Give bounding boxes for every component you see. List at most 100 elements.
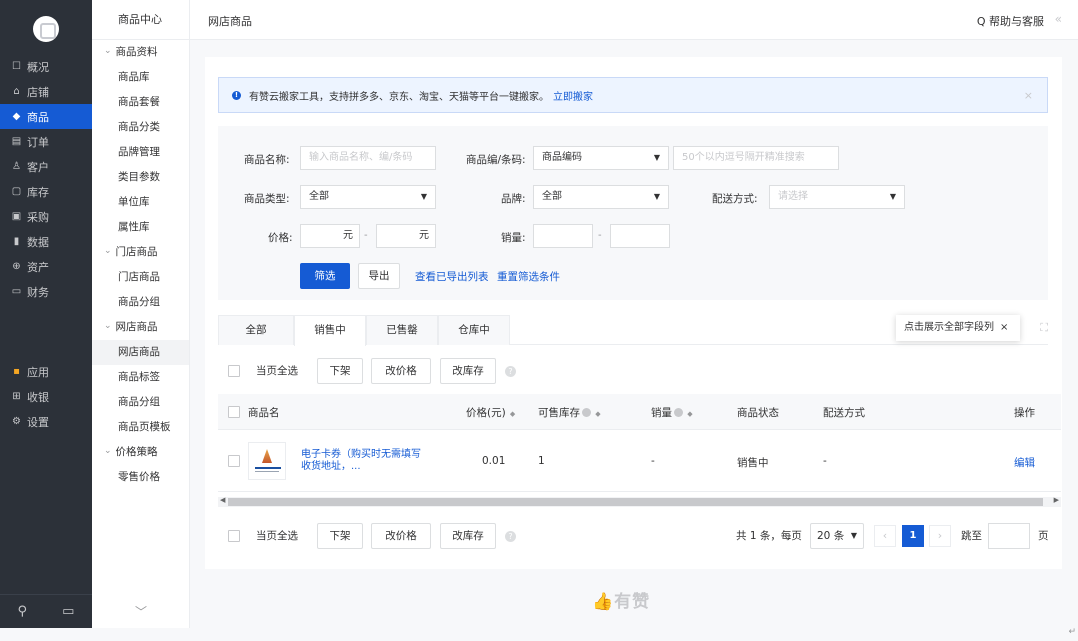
delivery-label: 配送方式: [712,193,758,205]
delivery-select[interactable]: 请选择 ▼ [769,185,905,209]
price-min-input[interactable]: 元 [300,224,360,248]
nav-item-customer[interactable]: ♙ 客户 [0,154,92,179]
sidebar-item[interactable]: 门店商品 [92,265,189,290]
nav-item-label: 店铺 [27,85,49,99]
change-stock-button[interactable]: 改库存 [440,523,496,549]
collapse-icon[interactable]: « [1055,12,1062,26]
sidebar-group[interactable]: 商品资料 [92,40,189,65]
batch-actions-bottom: 当页全选 下架 改价格 改库存 ? 共 1 条，每页 20 条 ▼ ‹ 1 › 跳… [218,523,1049,549]
notice-text: 有赞云搬家工具，支持拼多多、京东、淘宝、天猫等平台一键搬家。 [249,91,549,103]
type-select[interactable]: 全部 ▼ [300,185,436,209]
sidebar-item[interactable]: 零售价格 [92,465,189,490]
sidebar-group[interactable]: 价格策略 [92,440,189,465]
search-icon[interactable]: ⚲ [18,604,28,619]
delist-button[interactable]: 下架 [317,358,363,384]
nav-item-store[interactable]: ⌂ 店铺 [0,79,92,104]
sidebar-item[interactable]: 商品分组 [92,290,189,315]
sidebar-item[interactable]: 商品分类 [92,115,189,140]
sidebar-item[interactable]: 网店商品 [92,340,189,365]
view-exports-link[interactable]: 查看已导出列表 [415,269,489,284]
table-row: 电子卡券（购买时无需填写收货地址，... 0.01 1 - 销售中 - 编辑 [218,430,1061,492]
col-sales[interactable]: 销量 ◆ [651,405,693,420]
next-page-button[interactable]: › [929,525,951,547]
select-all-checkbox[interactable] [228,406,240,418]
change-stock-button[interactable]: 改库存 [440,358,496,384]
nav-item-data[interactable]: ▮ 数据 [0,229,92,254]
price-max-input[interactable]: 元 [376,224,436,248]
close-icon[interactable]: × [1024,89,1033,102]
tab-sold-out[interactable]: 已售罄 [366,315,438,345]
help-link[interactable]: Q 帮助与客服 [977,13,1044,29]
jump-input[interactable] [988,523,1030,549]
code-type-select[interactable]: 商品编码 ▼ [533,146,669,170]
nav-item-inventory[interactable]: ▢ 库存 [0,179,92,204]
filter-panel: 商品名称: 输入商品名称、编/条码 商品编/条码: 商品编码 ▼ 50个以内逗号隔… [218,126,1048,300]
nav-item-label: 财务 [27,285,49,299]
assets-icon: ⊕ [12,261,21,272]
sidebar-item[interactable]: 单位库 [92,190,189,215]
nav-item-label: 订单 [27,135,49,149]
notice-link[interactable]: 立即搬家 [553,88,593,103]
sidebar-group[interactable]: 网店商品 [92,315,189,340]
tab-all[interactable]: 全部 [218,315,294,345]
horizontal-scrollbar[interactable]: ◀ ▶ [218,496,1061,507]
export-button[interactable]: 导出 [358,263,400,289]
change-price-button[interactable]: 改价格 [371,523,431,549]
sidebar-item[interactable]: 品牌管理 [92,140,189,165]
nav-item-purchase[interactable]: ▣ 采购 [0,204,92,229]
nav-item-tag[interactable]: ◆ 商品 [0,104,92,129]
nav-item-settings[interactable]: ⚙ 设置 [0,409,92,434]
nav-item-order[interactable]: ▤ 订单 [0,129,92,154]
sidebar-item[interactable]: 属性库 [92,215,189,240]
page-size-select[interactable]: 20 条 ▼ [810,523,864,549]
tab-warehouse[interactable]: 仓库中 [438,315,510,345]
product-thumbnail[interactable] [248,442,286,480]
name-input[interactable]: 输入商品名称、编/条码 [300,146,436,170]
tab-on-sale[interactable]: 销售中 [294,315,366,346]
nav-item-finance[interactable]: ▭ 财务 [0,279,92,304]
col-stock[interactable]: 可售库存 ◆ [538,405,601,420]
brand-select[interactable]: 全部 ▼ [533,185,669,209]
filter-button[interactable]: 筛选 [300,263,350,289]
help-icon[interactable]: ? [505,366,516,377]
scrollbar-thumb[interactable] [228,498,1043,506]
row-checkbox[interactable] [228,455,240,467]
page-1-button[interactable]: 1 [902,525,924,547]
select-page-checkbox[interactable] [228,530,240,542]
message-icon[interactable]: ▭ [62,604,74,619]
store-logo-icon[interactable] [33,16,59,42]
close-icon[interactable]: × [1000,322,1008,333]
main-panel: ! 有赞云搬家工具，支持拼多多、京东、淘宝、天猫等平台一键搬家。 立即搬家 × … [205,57,1062,569]
sidebar-item[interactable]: 商品分组 [92,390,189,415]
help-icon [674,408,683,417]
select-page-checkbox[interactable] [228,365,240,377]
edit-link[interactable]: 编辑 [1014,455,1035,470]
sidebar-item[interactable]: 类目参数 [92,165,189,190]
product-name-link[interactable]: 电子卡券（购买时无需填写收货地址，... [301,449,426,473]
col-price[interactable]: 价格(元) ◆ [466,405,515,420]
fullscreen-icon[interactable]: ⛶ [1040,321,1048,335]
caret-down-icon: ▼ [653,153,660,162]
sidebar-item[interactable]: 商品套餐 [92,90,189,115]
sidebar-item[interactable]: 商品页模板 [92,415,189,440]
nav-item-apps[interactable]: ▪ 应用 [0,359,92,384]
sales-min-input[interactable] [533,224,593,248]
type-label: 商品类型: [244,193,290,205]
delist-button[interactable]: 下架 [317,523,363,549]
nav-item-assets[interactable]: ⊕ 资产 [0,254,92,279]
change-price-button[interactable]: 改价格 [371,358,431,384]
help-icon[interactable]: ? [505,531,516,542]
sales-max-input[interactable] [610,224,670,248]
sidebar-item[interactable]: 商品标签 [92,365,189,390]
chevron-down-icon[interactable]: ﹀ [92,603,190,620]
prev-page-button[interactable]: ‹ [874,525,896,547]
nav-item-cashier[interactable]: ⊞ 收银 [0,384,92,409]
nav-item-chat[interactable]: ☐ 概况 [0,54,92,79]
code-input[interactable]: 50个以内逗号隔开精准搜索 [673,146,839,170]
reset-filters-link[interactable]: 重置筛选条件 [497,269,560,284]
product-price: 0.01 [482,455,506,467]
sidebar-group[interactable]: 门店商品 [92,240,189,265]
sidebar-item[interactable]: 商品库 [92,65,189,90]
settings-icon: ⚙ [12,416,21,427]
cashier-icon: ⊞ [12,391,21,402]
